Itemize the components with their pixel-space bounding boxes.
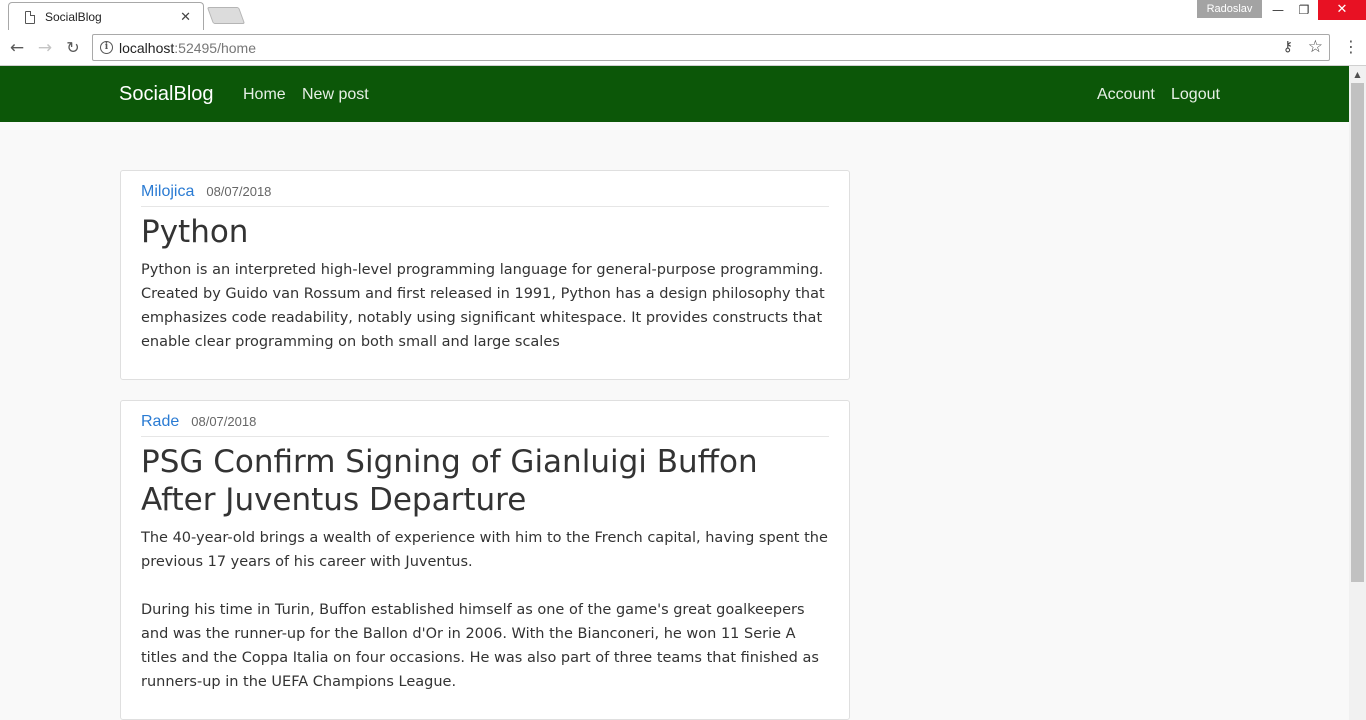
minimize-icon[interactable]: —	[1265, 0, 1291, 20]
tab-title: SocialBlog	[45, 10, 102, 24]
browser-menu-icon[interactable]: ⋮	[1343, 36, 1359, 58]
post-card: Milojica 08/07/2018 Python Python is an …	[120, 170, 850, 380]
scroll-up-arrow-icon[interactable]: ▲	[1349, 66, 1366, 83]
url-text[interactable]: localhost:52495/home	[119, 40, 256, 56]
post-body: Python is an interpreted high-level prog…	[141, 258, 831, 354]
window-close-icon[interactable]: ✕	[1318, 0, 1366, 20]
page-icon	[25, 10, 35, 24]
tab-close-icon[interactable]: ✕	[180, 10, 191, 25]
post-title: Python	[141, 214, 249, 250]
post-paragraph: During his time in Turin, Buffon establi…	[141, 602, 819, 690]
site-navbar: SocialBlog Home New post Account Logout	[0, 66, 1349, 122]
bookmark-star-icon[interactable]: ☆	[1308, 37, 1323, 57]
post-date: 08/07/2018	[206, 184, 272, 199]
nav-link-account[interactable]: Account	[1097, 86, 1155, 104]
key-icon[interactable]: ⚷	[1283, 39, 1293, 55]
post-author-link[interactable]: Rade	[141, 413, 179, 431]
browser-tabstrip: SocialBlog ✕ Radoslav — ❐ ✕	[0, 0, 1366, 30]
post-date: 08/07/2018	[191, 414, 257, 429]
nav-link-home[interactable]: Home	[243, 86, 286, 104]
scrollbar-thumb[interactable]	[1351, 83, 1364, 582]
post-author-link[interactable]: Milojica	[141, 183, 194, 201]
browser-toolbar: ← → ↻ i localhost:52495/home ⚷ ☆ ⋮	[0, 30, 1366, 66]
new-tab-button[interactable]	[206, 7, 246, 24]
page-scrollbar[interactable]: ▲	[1349, 66, 1366, 720]
post-header: Milojica 08/07/2018	[141, 183, 829, 207]
url-host: localhost	[119, 40, 175, 56]
back-arrow-icon[interactable]: ←	[6, 37, 28, 59]
info-icon[interactable]: i	[100, 41, 113, 54]
post-header: Rade 08/07/2018	[141, 413, 829, 437]
post-body: The 40-year-old brings a wealth of exper…	[141, 526, 831, 694]
post-title: PSG Confirm Signing of Gianluigi Buffon …	[141, 444, 758, 518]
post-card: Rade 08/07/2018 PSG Confirm Signing of G…	[120, 400, 850, 720]
nav-link-new-post[interactable]: New post	[302, 86, 369, 104]
brand-link[interactable]: SocialBlog	[119, 83, 214, 106]
profile-badge[interactable]: Radoslav	[1197, 0, 1262, 18]
post-paragraph: Python is an interpreted high-level prog…	[141, 262, 825, 350]
address-bar[interactable]: i localhost:52495/home ⚷ ☆	[92, 34, 1330, 61]
forward-arrow-icon[interactable]: →	[34, 37, 56, 59]
post-paragraph: The 40-year-old brings a wealth of exper…	[141, 530, 828, 570]
url-path: :52495/home	[174, 40, 256, 56]
browser-tab[interactable]: SocialBlog ✕	[8, 2, 204, 30]
nav-link-logout[interactable]: Logout	[1171, 86, 1220, 104]
reload-icon[interactable]: ↻	[62, 37, 84, 59]
restore-icon[interactable]: ❐	[1291, 0, 1317, 20]
